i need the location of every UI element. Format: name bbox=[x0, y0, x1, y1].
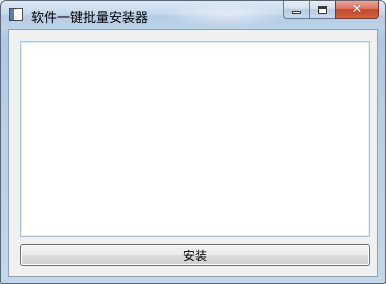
client-area: 安装 bbox=[8, 29, 378, 277]
caption-buttons: ✕ bbox=[283, 1, 379, 20]
window-title: 软件一键批量安装器 bbox=[31, 11, 149, 26]
minimize-button[interactable] bbox=[283, 1, 309, 19]
install-button[interactable]: 安装 bbox=[20, 244, 370, 266]
close-icon: ✕ bbox=[351, 2, 363, 17]
minimize-icon bbox=[292, 10, 301, 14]
title-bar[interactable]: 软件一键批量安装器 ✕ bbox=[1, 1, 385, 29]
maximize-button[interactable] bbox=[309, 1, 335, 19]
software-list[interactable] bbox=[20, 41, 370, 237]
application-window-icon[interactable] bbox=[9, 8, 23, 21]
app-window: 软件一键批量安装器 ✕ 安装 bbox=[0, 0, 386, 284]
close-button[interactable]: ✕ bbox=[335, 1, 379, 19]
maximize-icon bbox=[318, 5, 327, 14]
